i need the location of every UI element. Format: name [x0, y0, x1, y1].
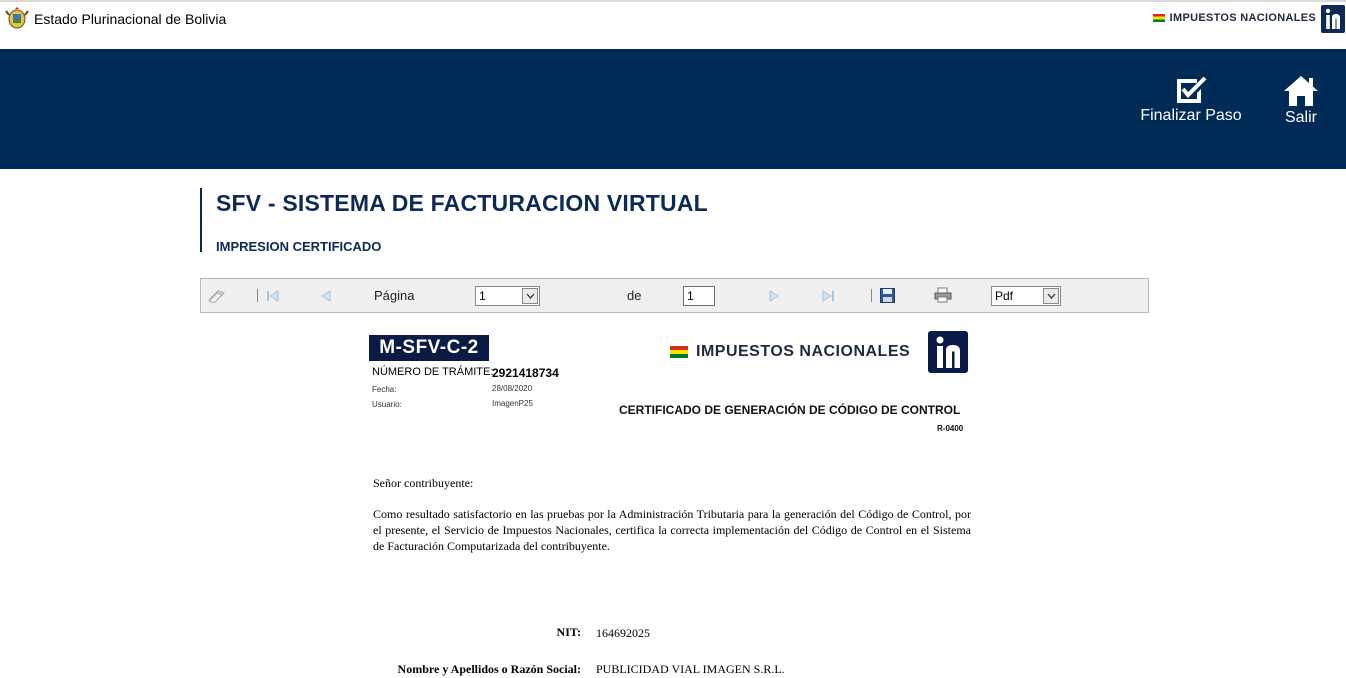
page-label: Página [374, 288, 415, 303]
of-label: de [627, 288, 642, 303]
nit-label: NIT: [556, 625, 581, 639]
save-icon[interactable] [880, 288, 895, 303]
pages-icon[interactable] [208, 289, 226, 303]
name-label: Nombre y Apellidos o Razón Social: [397, 662, 581, 676]
chevron-down-icon [522, 288, 538, 304]
fecha-label: Fecha: [372, 385, 397, 394]
impuestos-logo-icon [1321, 5, 1345, 33]
bolivia-flag-icon [670, 346, 688, 358]
total-pages-field[interactable]: 1 [683, 286, 715, 306]
home-icon [1284, 76, 1318, 106]
usuario-label: Usuario: [372, 400, 402, 409]
exit-button[interactable]: Salir [1280, 75, 1322, 127]
export-format-value: Pdf [995, 289, 1014, 303]
print-icon[interactable] [934, 287, 952, 303]
certificate-code: R-0400 [937, 424, 964, 433]
certificate-title: CERTIFICADO DE GENERACIÓN DE CÓDIGO DE C… [619, 403, 961, 417]
state-name: Estado Plurinacional de Bolivia [34, 11, 227, 27]
checkbox-check-icon [1177, 76, 1207, 103]
page-subtitle: IMPRESION CERTIFICADO [216, 239, 382, 254]
page-select[interactable]: 1 [475, 286, 540, 306]
page-select-value: 1 [479, 289, 486, 303]
previous-page-icon[interactable] [320, 290, 332, 302]
page-header: SFV - SISTEMA DE FACTURACION VIRTUAL IMP… [200, 188, 800, 254]
top-bar: Estado Plurinacional de Bolivia IMPUESTO… [0, 0, 1346, 49]
name-value: PUBLICIDAD VIAL IMAGEN S.R.L. [596, 662, 785, 676]
export-format-select[interactable]: Pdf [991, 286, 1061, 306]
header-banner: Finalizar Paso Salir [0, 49, 1346, 169]
tramite-value: 2921418734 [492, 366, 559, 380]
page-title: SFV - SISTEMA DE FACTURACION VIRTUAL [216, 190, 708, 216]
nit-value: 164692025 [596, 626, 650, 640]
toolbar-separator [871, 289, 872, 302]
coat-of-arms-icon [5, 7, 29, 29]
brand-logo-large: IMPUESTOS NACIONALES [670, 343, 910, 361]
tramite-label: NÚMERO DE TRÁMITE: [372, 366, 494, 378]
last-page-icon[interactable] [821, 290, 835, 302]
bolivia-flag-icon [1152, 14, 1165, 22]
usuario-value: ImagenP25 [492, 399, 533, 408]
finalize-step-button[interactable]: Finalizar Paso [1140, 75, 1242, 125]
greeting-text: Señor contribuyente: [373, 476, 474, 490]
chevron-down-icon [1043, 288, 1059, 304]
first-page-icon[interactable] [266, 290, 280, 302]
report-toolbar: Página 1 de 1 Pdf [200, 278, 1149, 313]
fecha-value: 28/08/2020 [492, 384, 533, 393]
impuestos-logo-icon [928, 331, 968, 373]
brand-name-small: IMPUESTOS NACIONALES [1169, 12, 1316, 24]
exit-label: Salir [1284, 109, 1317, 126]
finalize-step-label: Finalizar Paso [1140, 107, 1242, 124]
certificate-body-text: Como resultado satisfactorio en las prue… [373, 507, 971, 553]
tramite-row: NÚMERO DE TRÁMITE: 2921418734 [372, 366, 559, 380]
next-page-icon[interactable] [768, 290, 780, 302]
brand-logo-small: IMPUESTOS NACIONALES [1152, 12, 1316, 24]
form-code-badge: M-SFV-C-2 [369, 335, 489, 361]
toolbar-separator [257, 289, 258, 302]
brand-name-large: IMPUESTOS NACIONALES [696, 343, 911, 360]
